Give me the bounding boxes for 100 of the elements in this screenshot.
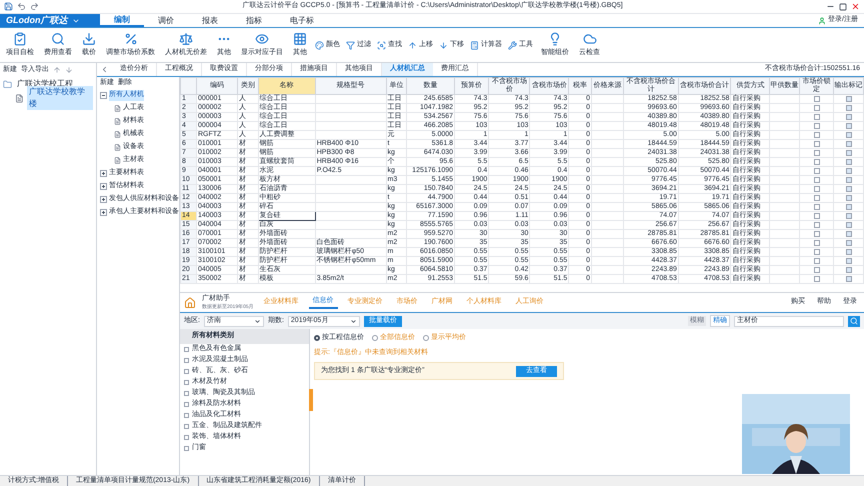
minus-toggle-icon[interactable] [100, 92, 107, 99]
square-icon [184, 446, 189, 451]
checkbox[interactable] [846, 168, 852, 174]
checkbox[interactable] [814, 132, 820, 138]
splitter-handle[interactable] [309, 389, 313, 411]
checkbox[interactable] [814, 231, 820, 237]
radio-button[interactable] [314, 335, 320, 342]
arrow-down-icon[interactable] [65, 66, 73, 74]
checkbox[interactable] [846, 150, 852, 156]
undo-icon[interactable] [17, 2, 26, 11]
square-icon [184, 369, 189, 374]
checkbox[interactable] [846, 114, 852, 120]
cloud-icon [582, 32, 596, 46]
scale-icon [179, 32, 193, 46]
checkbox[interactable] [846, 249, 852, 255]
menu-tab[interactable]: 编制 [100, 14, 144, 27]
checkbox[interactable] [814, 186, 820, 192]
square-icon [184, 391, 189, 396]
plus-toggle-icon[interactable] [100, 183, 107, 190]
checkbox[interactable] [846, 213, 852, 219]
radio-button[interactable] [423, 335, 429, 342]
checkbox[interactable] [814, 249, 820, 255]
checkbox[interactable] [846, 177, 852, 183]
lightbulb-icon [548, 32, 562, 46]
checkbox[interactable] [846, 96, 852, 102]
file-icon [15, 94, 24, 102]
plus-toggle-icon[interactable] [100, 170, 107, 177]
checkbox[interactable] [814, 195, 820, 201]
checkbox[interactable] [814, 267, 820, 273]
arrow-up-icon[interactable] [53, 66, 61, 74]
caret-icon [254, 318, 261, 324]
checkbox[interactable] [846, 105, 852, 111]
checkbox[interactable] [846, 276, 852, 282]
save-icon[interactable] [4, 2, 13, 11]
checkbox[interactable] [814, 213, 820, 219]
checkbox[interactable] [814, 276, 820, 282]
checkbox[interactable] [814, 258, 820, 264]
tree-item[interactable]: 广联达学校教学楼 [26, 86, 93, 110]
file-icon [114, 157, 121, 164]
checkbox[interactable] [814, 204, 820, 210]
checkbox[interactable] [814, 96, 820, 102]
checkbox[interactable] [846, 222, 852, 228]
grid-icon [293, 32, 307, 46]
arrow-up-icon [408, 40, 417, 50]
square-icon [184, 413, 189, 418]
file-icon [114, 118, 121, 125]
checkbox[interactable] [814, 159, 820, 165]
download-icon [82, 32, 96, 46]
checkbox[interactable] [846, 240, 852, 246]
checkbox[interactable] [846, 231, 852, 237]
collapse-icon[interactable] [100, 65, 109, 74]
plus-toggle-icon[interactable] [100, 209, 107, 216]
filter-icon [346, 40, 355, 50]
checkbox[interactable] [814, 123, 820, 129]
search-icon [377, 40, 386, 50]
arrow-down-icon [439, 40, 448, 50]
caret-icon [350, 318, 357, 324]
checkbox[interactable] [846, 195, 852, 201]
plus-toggle-icon[interactable] [100, 196, 107, 203]
menu-tab[interactable]: 指标 [232, 14, 276, 27]
calculator-icon [470, 40, 479, 50]
checkbox[interactable] [846, 267, 852, 273]
checkbox[interactable] [814, 168, 820, 174]
magnifier-icon [51, 32, 65, 46]
checkbox[interactable] [846, 204, 852, 210]
checkbox[interactable] [814, 114, 820, 120]
checkbox[interactable] [814, 222, 820, 228]
wrench-icon [508, 40, 517, 50]
square-icon [184, 424, 189, 429]
folder-icon [3, 80, 12, 88]
square-icon [184, 435, 189, 440]
clipboard-check-icon [13, 32, 27, 46]
search-button[interactable] [848, 316, 860, 326]
checkbox[interactable] [846, 159, 852, 165]
checkbox[interactable] [814, 141, 820, 147]
menu-tab[interactable]: 报表 [188, 14, 232, 27]
radio-button[interactable] [372, 335, 378, 342]
maximize-icon[interactable] [839, 2, 847, 10]
file-icon [114, 105, 121, 112]
percent-icon [124, 32, 138, 46]
checkbox[interactable] [846, 132, 852, 138]
checkbox[interactable] [814, 150, 820, 156]
menu-tab[interactable]: 电子标 [276, 14, 328, 27]
menu-tab[interactable]: 调价 [144, 14, 188, 27]
square-icon [184, 358, 189, 363]
checkbox[interactable] [846, 258, 852, 264]
checkbox[interactable] [814, 240, 820, 246]
checkbox[interactable] [846, 186, 852, 192]
user-icon [818, 16, 826, 24]
checkbox[interactable] [846, 123, 852, 129]
logo[interactable]: GLodon广联达 [0, 14, 100, 27]
checkbox[interactable] [846, 141, 852, 147]
square-icon [184, 347, 189, 352]
palette-icon [315, 40, 324, 50]
file-icon [114, 131, 121, 138]
square-icon [184, 380, 189, 385]
checkbox[interactable] [814, 105, 820, 111]
close-icon[interactable] [851, 2, 860, 11]
checkbox[interactable] [814, 177, 820, 183]
redo-icon[interactable] [30, 2, 39, 11]
